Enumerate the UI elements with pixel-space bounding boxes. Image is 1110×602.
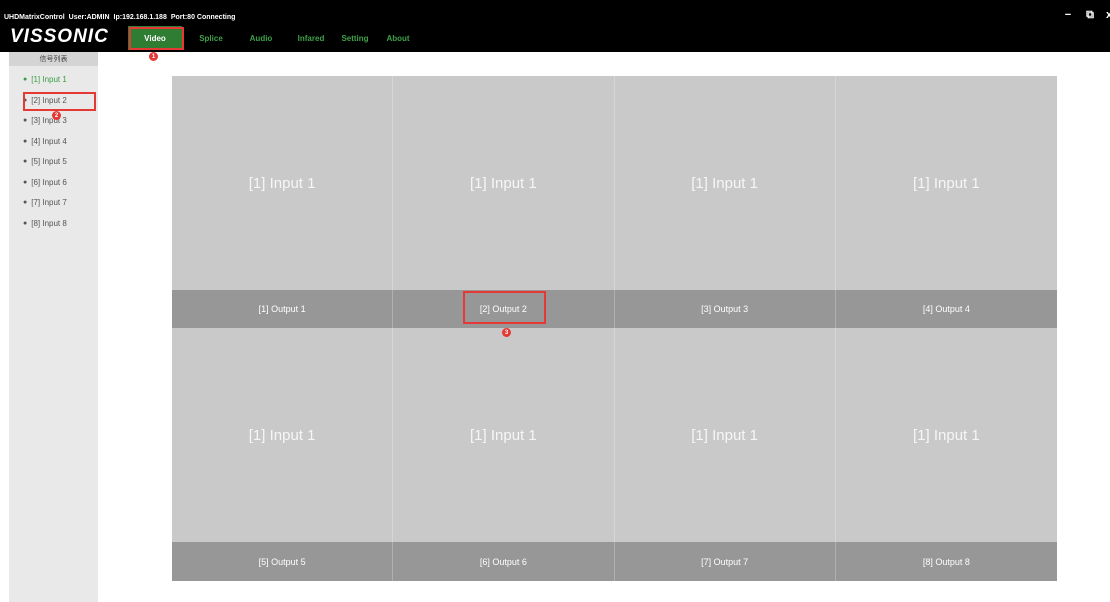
output-preview-8[interactable]: [1] Input 1 <box>835 328 1057 542</box>
output-preview-7[interactable]: [1] Input 1 <box>614 328 836 542</box>
brand-logo: VISSONIC <box>10 26 109 47</box>
tab-about[interactable]: About <box>370 26 426 50</box>
output-label-5[interactable]: [5] Output 5 <box>172 542 394 581</box>
bullet-icon: ● <box>23 117 28 124</box>
input-item-8[interactable]: ● [8] Input 8 <box>23 219 67 228</box>
input-label: [8] Input 8 <box>31 219 67 228</box>
input-item-6[interactable]: ● [6] Input 6 <box>23 178 67 187</box>
output-label-3[interactable]: [3] Output 3 <box>614 290 836 328</box>
output-preview-6[interactable]: [1] Input 1 <box>393 328 615 542</box>
bullet-icon: ● <box>23 97 28 104</box>
bullet-icon: ● <box>23 76 28 83</box>
input-item-5[interactable]: ● [5] Input 5 <box>23 157 67 166</box>
output-label-2[interactable]: [2] Output 2 <box>393 290 615 328</box>
tab-video[interactable]: Video <box>128 26 182 50</box>
bullet-icon: ● <box>23 179 28 186</box>
input-label: [2] Input 2 <box>31 96 67 105</box>
output-label-7[interactable]: [7] Output 7 <box>614 542 836 581</box>
input-item-1[interactable]: ● [1] Input 1 <box>23 75 67 84</box>
window-controls: − ⧉ x <box>1062 9 1110 22</box>
sidebar-header: 信号列表 <box>9 52 98 66</box>
main-nav: Video Splice Audio Infared Setting About <box>128 26 426 50</box>
minimize-icon[interactable]: − <box>1062 9 1074 22</box>
user-info: User:ADMIN <box>68 13 110 21</box>
ip-info: Ip:192.168.1.188 <box>113 13 167 21</box>
output-label-1[interactable]: [1] Output 1 <box>172 290 394 328</box>
input-label: [7] Input 7 <box>31 198 67 207</box>
title-bar: UHDMatrixControl User:ADMIN Ip:192.168.1… <box>0 0 1110 52</box>
app-name: UHDMatrixControl <box>4 13 65 21</box>
port-status: Port:80 Connecting <box>170 13 236 21</box>
output-preview-1[interactable]: [1] Input 1 <box>172 76 394 290</box>
marker-3: 3 <box>502 328 511 337</box>
input-item-7[interactable]: ● [7] Input 7 <box>23 198 67 207</box>
output-grid: [1] Input 1 [1] Input 1 [1] Input 1 [1] … <box>172 76 1057 581</box>
output-label-8[interactable]: [8] Output 8 <box>835 542 1057 581</box>
input-label: [1] Input 1 <box>31 75 67 84</box>
tab-splice[interactable]: Splice <box>182 26 240 50</box>
input-label: [3] Input 3 <box>31 116 67 125</box>
output-preview-4[interactable]: [1] Input 1 <box>835 76 1057 290</box>
input-label: [5] Input 5 <box>31 157 67 166</box>
output-preview-2[interactable]: [1] Input 1 <box>393 76 615 290</box>
input-label: [4] Input 4 <box>31 137 67 146</box>
output-preview-5[interactable]: [1] Input 1 <box>172 328 394 542</box>
tab-setting[interactable]: Setting <box>340 26 370 50</box>
input-item-4[interactable]: ● [4] Input 4 <box>23 137 67 146</box>
marker-2: 2 <box>52 111 61 120</box>
tab-audio[interactable]: Audio <box>240 26 282 50</box>
connection-info: UHDMatrixControl User:ADMIN Ip:192.168.1… <box>4 11 235 23</box>
bullet-icon: ● <box>23 138 28 145</box>
output-label-4[interactable]: [4] Output 4 <box>835 290 1057 328</box>
bullet-icon: ● <box>23 220 28 227</box>
output-label-6[interactable]: [6] Output 6 <box>393 542 615 581</box>
marker-1: 1 <box>149 52 158 61</box>
maximize-icon[interactable]: ⧉ <box>1084 9 1096 22</box>
tab-infared[interactable]: Infared <box>282 26 340 50</box>
input-label: [6] Input 6 <box>31 178 67 187</box>
input-sidebar: 信号列表 <box>9 52 98 602</box>
input-item-2[interactable]: ● [2] Input 2 <box>23 96 67 105</box>
bullet-icon: ● <box>23 158 28 165</box>
bullet-icon: ● <box>23 199 28 206</box>
output-preview-3[interactable]: [1] Input 1 <box>614 76 836 290</box>
close-icon[interactable]: x <box>1106 9 1110 22</box>
